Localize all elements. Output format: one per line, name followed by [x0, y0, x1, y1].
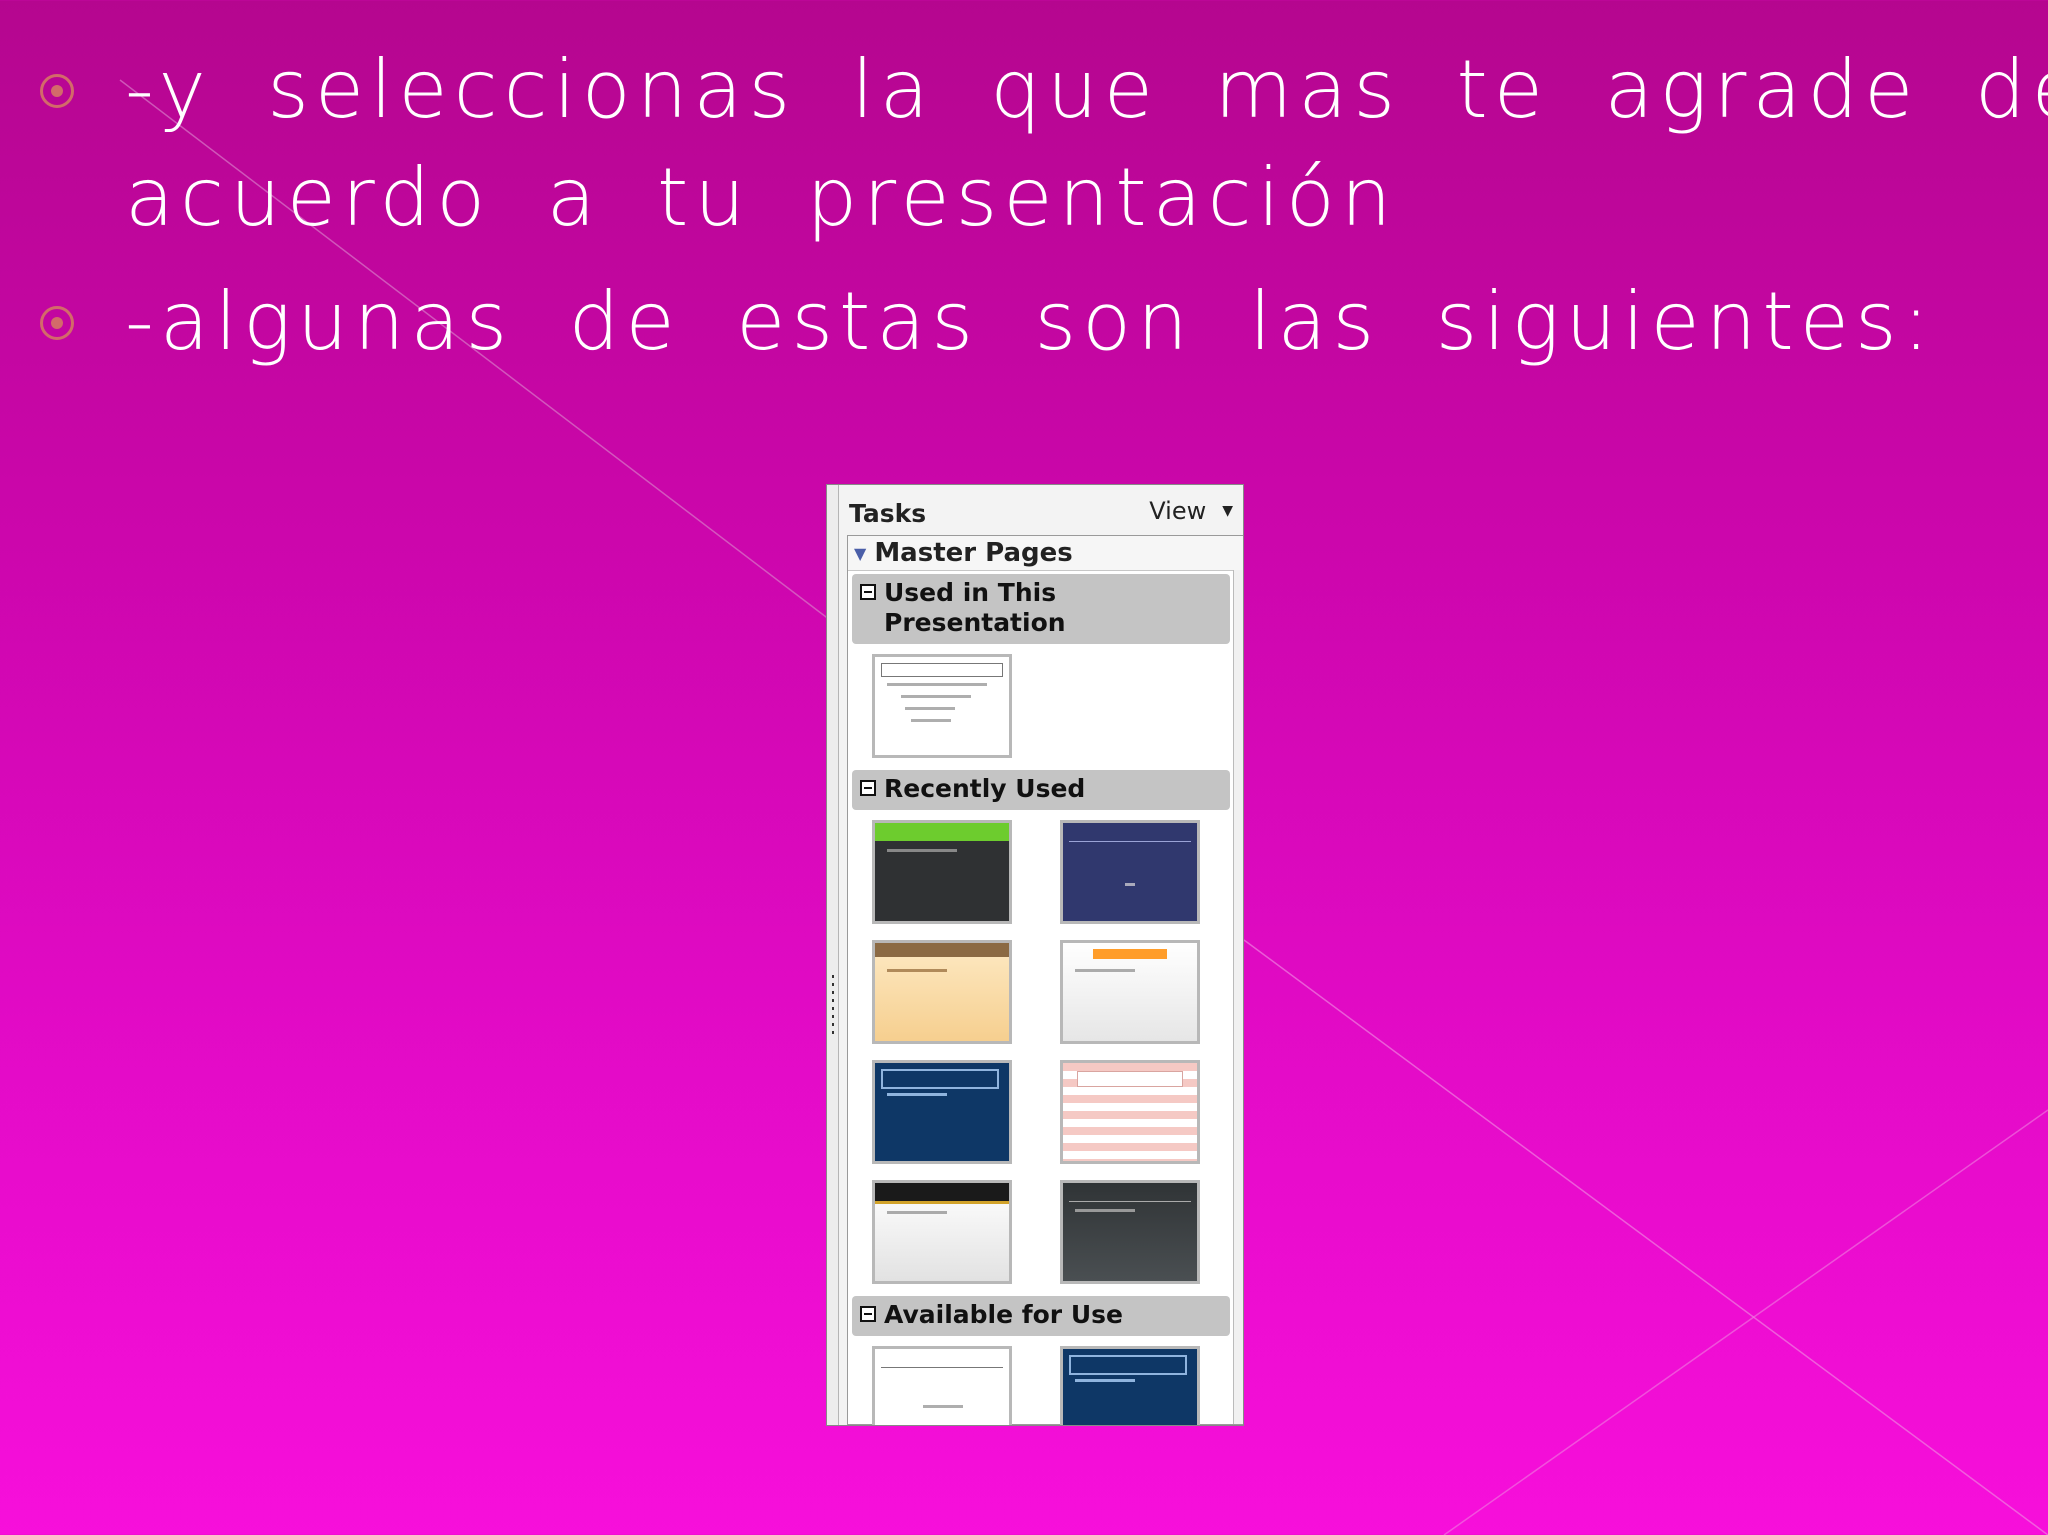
bullet-1-line-2: acuerdo a tu presentación	[125, 151, 1398, 244]
tasks-pane-screenshot: Tasks View ▼ ▼ Master Pages Used in This…	[826, 484, 1244, 1426]
section-available-for-use[interactable]: Available for Use	[852, 1296, 1230, 1336]
collapse-minus-icon	[860, 584, 876, 600]
bullet-1-line-1: -y seleccionas la que mas te agrade de	[125, 43, 2048, 136]
master-thumbnail-striped[interactable]	[1060, 1060, 1200, 1164]
view-menu-button[interactable]: View ▼	[1149, 497, 1233, 525]
bullet-2-line-1: -algunas de estas son las siguientes:	[125, 275, 1936, 368]
bullet-icon	[40, 306, 74, 340]
tasks-pane-header: Tasks View ▼	[839, 485, 1243, 531]
collapse-minus-icon	[860, 1306, 876, 1322]
view-menu-label: View	[1149, 497, 1207, 525]
bullet-icon	[40, 74, 74, 108]
master-pages-panel: ▼ Master Pages Used in This Presentation…	[847, 535, 1243, 1425]
dropdown-arrow-icon: ▼	[1222, 503, 1233, 519]
section-label: Recently Used	[884, 774, 1086, 803]
master-thumbnail-blue[interactable]	[1060, 1346, 1200, 1425]
master-pages-title-bar[interactable]: ▼ Master Pages	[848, 536, 1243, 571]
master-thumbnail-navy[interactable]	[1060, 820, 1200, 924]
collapse-triangle-icon: ▼	[854, 543, 867, 563]
collapse-minus-icon	[860, 780, 876, 796]
section-used-in-presentation[interactable]: Used in This Presentation	[852, 574, 1230, 644]
tasks-pane-body: Tasks View ▼ ▼ Master Pages Used in This…	[839, 485, 1243, 1425]
vertical-scrollbar[interactable]	[1233, 570, 1243, 1424]
master-thumbnail-blue[interactable]	[872, 1060, 1012, 1164]
master-thumbnail-green[interactable]	[872, 820, 1012, 924]
section-recently-used[interactable]: Recently Used	[852, 770, 1230, 810]
tasks-pane-title: Tasks	[849, 498, 927, 528]
master-thumbnail-default[interactable]	[872, 1346, 1012, 1425]
pane-resize-grip[interactable]	[827, 485, 839, 1425]
master-thumbnail-beige[interactable]	[872, 940, 1012, 1044]
master-thumbnail-dark-grey[interactable]	[1060, 1180, 1200, 1284]
master-thumbnail-white-orange[interactable]	[1060, 940, 1200, 1044]
section-label: Used in This Presentation	[884, 578, 1066, 637]
master-thumbnail-default[interactable]	[872, 654, 1012, 758]
master-pages-title: Master Pages	[874, 538, 1073, 568]
section-label: Available for Use	[884, 1300, 1123, 1329]
master-thumbnail-black-gold[interactable]	[872, 1180, 1012, 1284]
